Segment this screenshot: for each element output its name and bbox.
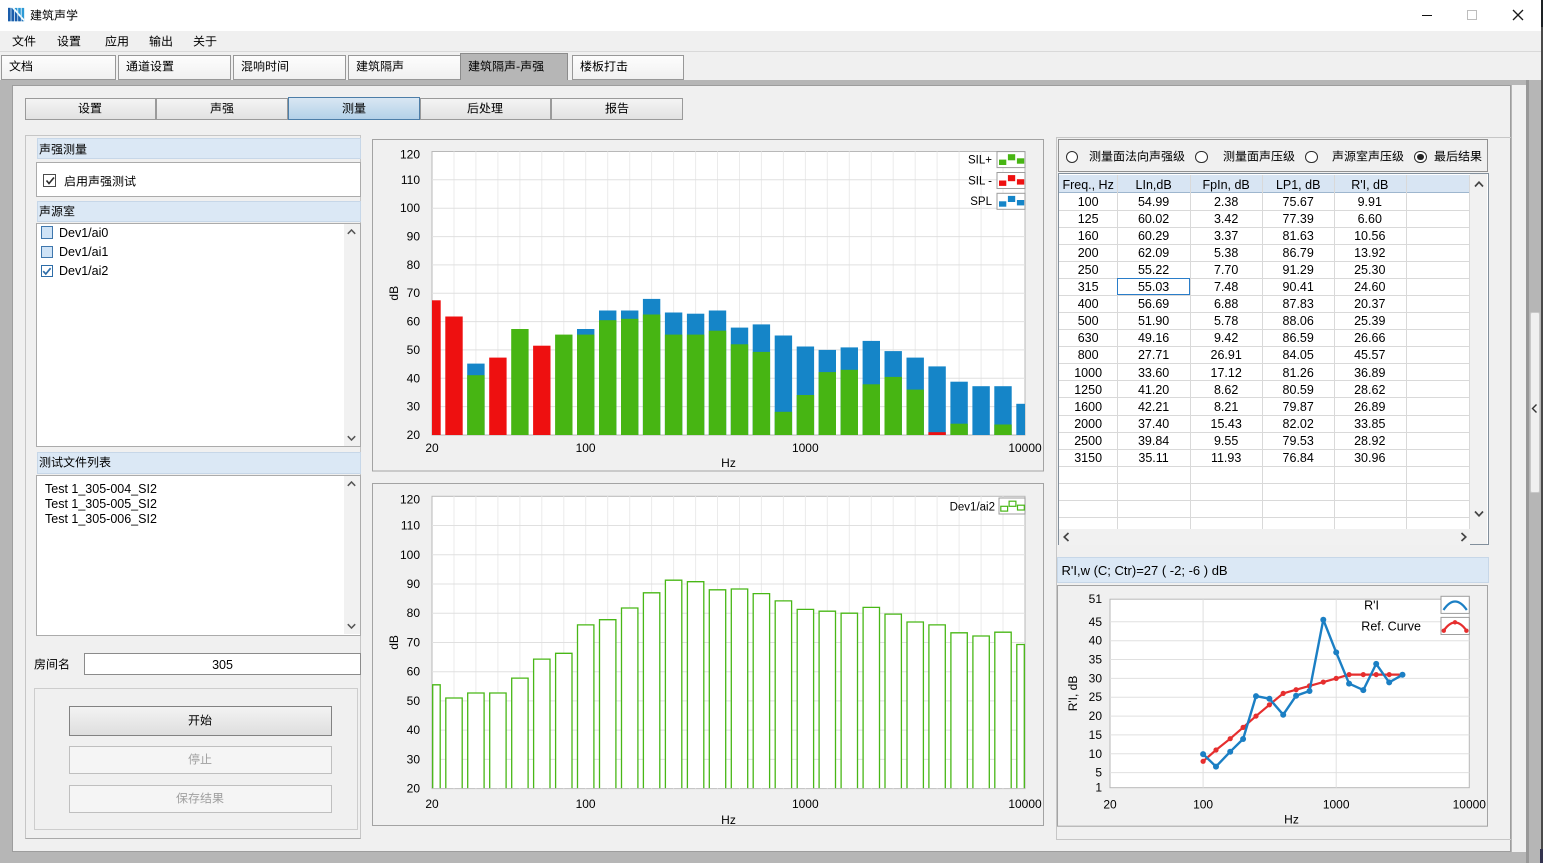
svg-text:120: 120 xyxy=(400,492,420,506)
svg-text:80: 80 xyxy=(407,606,421,620)
svg-text:100: 100 xyxy=(576,797,596,811)
svg-text:35: 35 xyxy=(1089,653,1103,667)
svg-text:20: 20 xyxy=(425,797,439,811)
svg-text:40: 40 xyxy=(407,723,421,737)
svg-text:80: 80 xyxy=(407,258,421,272)
svg-text:10000: 10000 xyxy=(1008,797,1042,811)
svg-text:10: 10 xyxy=(1089,747,1103,761)
svg-text:100: 100 xyxy=(1193,798,1213,812)
svg-text:20: 20 xyxy=(1103,798,1117,812)
svg-text:1000: 1000 xyxy=(1323,798,1350,812)
svg-text:1000: 1000 xyxy=(792,441,819,455)
svg-text:5: 5 xyxy=(1095,766,1102,780)
svg-text:Hz: Hz xyxy=(1284,813,1299,827)
svg-text:40: 40 xyxy=(407,371,421,385)
svg-text:30: 30 xyxy=(1089,672,1103,686)
svg-text:70: 70 xyxy=(407,286,421,300)
svg-text:90: 90 xyxy=(407,577,421,591)
svg-text:60: 60 xyxy=(407,315,421,329)
svg-text:1000: 1000 xyxy=(792,797,819,811)
svg-text:Dev1/ai2: Dev1/ai2 xyxy=(950,502,995,514)
svg-text:dB: dB xyxy=(387,286,401,301)
svg-text:70: 70 xyxy=(407,636,421,650)
svg-text:30: 30 xyxy=(407,400,421,414)
svg-text:20: 20 xyxy=(407,782,421,796)
svg-text:100: 100 xyxy=(576,441,596,455)
svg-text:15: 15 xyxy=(1089,728,1103,742)
svg-text:45: 45 xyxy=(1089,615,1103,629)
svg-text:120: 120 xyxy=(400,148,420,162)
svg-text:25: 25 xyxy=(1089,690,1103,704)
svg-text:40: 40 xyxy=(1089,634,1103,648)
svg-text:50: 50 xyxy=(407,694,421,708)
svg-text:20: 20 xyxy=(407,428,421,442)
svg-text:90: 90 xyxy=(407,230,421,244)
svg-text:100: 100 xyxy=(400,548,420,562)
svg-text:dB: dB xyxy=(387,635,401,650)
svg-text:110: 110 xyxy=(401,173,420,187)
svg-text:Hz: Hz xyxy=(721,813,736,826)
svg-text:50: 50 xyxy=(407,343,421,357)
svg-text:R'I: R'I xyxy=(1364,599,1379,613)
svg-text:1: 1 xyxy=(1095,781,1102,795)
svg-text:10000: 10000 xyxy=(1453,798,1487,812)
svg-text:SPL: SPL xyxy=(970,196,992,208)
svg-text:100: 100 xyxy=(400,201,420,215)
svg-text:Ref. Curve: Ref. Curve xyxy=(1361,620,1421,634)
svg-text:SIL -: SIL - xyxy=(968,175,992,187)
svg-text:51: 51 xyxy=(1089,592,1103,606)
svg-text:30: 30 xyxy=(407,752,421,766)
svg-text:10000: 10000 xyxy=(1008,441,1042,455)
svg-text:SIL+: SIL+ xyxy=(968,155,992,167)
svg-text:Hz: Hz xyxy=(721,456,736,470)
svg-text:R'I, dB: R'I, dB xyxy=(1066,676,1080,712)
svg-text:60: 60 xyxy=(407,665,421,679)
svg-text:110: 110 xyxy=(401,519,420,533)
svg-text:20: 20 xyxy=(1089,709,1103,723)
svg-text:20: 20 xyxy=(425,441,439,455)
